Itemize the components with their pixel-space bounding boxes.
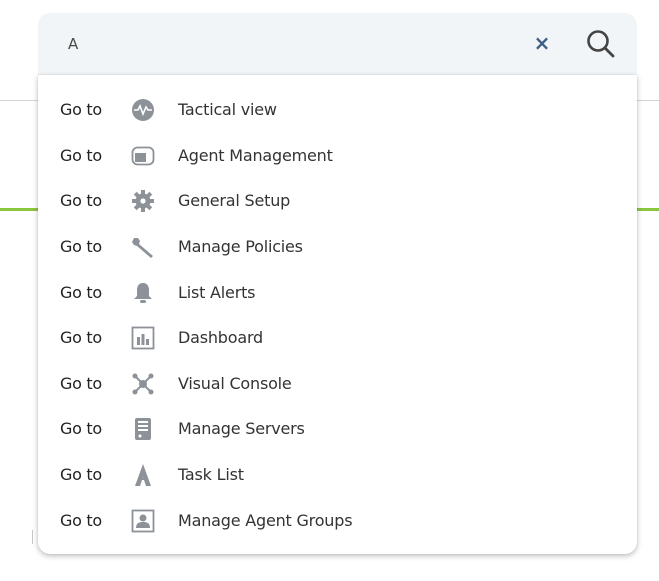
result-tactical-view[interactable]: Go to Tactical view — [38, 88, 637, 132]
result-label: Manage Agent Groups — [178, 511, 353, 530]
search-button[interactable] — [584, 27, 618, 61]
result-label: Agent Management — [178, 146, 333, 165]
search-bar: × — [38, 13, 637, 75]
goto-label: Go to — [60, 419, 102, 438]
tactical-view-icon — [132, 99, 154, 121]
result-label: Manage Policies — [178, 237, 303, 256]
result-label: Dashboard — [178, 328, 264, 347]
clear-search-button[interactable]: × — [530, 31, 554, 55]
result-dashboard[interactable]: Go to Dashboard — [38, 316, 637, 360]
result-label: Manage Servers — [178, 419, 305, 438]
gear-icon — [132, 190, 154, 212]
dashboard-icon — [131, 326, 155, 350]
goto-label: Go to — [60, 146, 102, 165]
goto-label: Go to — [60, 511, 102, 530]
goto-label: Go to — [60, 237, 102, 256]
result-list-alerts[interactable]: Go to List Alerts — [38, 271, 637, 315]
result-manage-policies[interactable]: Go to Manage Policies — [38, 225, 637, 269]
goto-label: Go to — [60, 283, 102, 302]
result-label: Tactical view — [178, 100, 277, 119]
result-manage-servers[interactable]: Go to Manage Servers — [38, 407, 637, 451]
goto-label: Go to — [60, 191, 102, 210]
result-label: General Setup — [178, 191, 291, 210]
result-label: List Alerts — [178, 283, 256, 302]
goto-label: Go to — [60, 100, 102, 119]
result-visual-console[interactable]: Go to Visual Console — [38, 362, 637, 406]
result-agent-management[interactable]: Go to Agent Management — [38, 134, 637, 178]
search-icon — [587, 30, 615, 58]
agent-groups-icon — [131, 509, 155, 533]
background-accent-left — [0, 208, 40, 211]
goto-label: Go to — [60, 465, 102, 484]
result-task-list[interactable]: Go to Task List — [38, 453, 637, 497]
result-label: Task List — [178, 465, 244, 484]
background-tick — [32, 530, 33, 544]
search-input[interactable] — [38, 13, 518, 75]
result-manage-agent-groups[interactable]: Go to Manage Agent Groups — [38, 499, 637, 543]
task-list-icon — [135, 464, 151, 486]
goto-label: Go to — [60, 374, 102, 393]
agent-management-icon — [131, 146, 155, 166]
wrench-icon — [132, 238, 153, 258]
bell-icon — [134, 283, 152, 303]
search-results-dropdown: Go to Tactical view Go to Agent Manageme… — [38, 75, 637, 554]
goto-label: Go to — [60, 328, 102, 347]
result-general-setup[interactable]: Go to General Setup — [38, 179, 637, 223]
result-label: Visual Console — [178, 374, 292, 393]
visual-console-icon — [132, 373, 154, 395]
server-icon — [135, 418, 151, 440]
